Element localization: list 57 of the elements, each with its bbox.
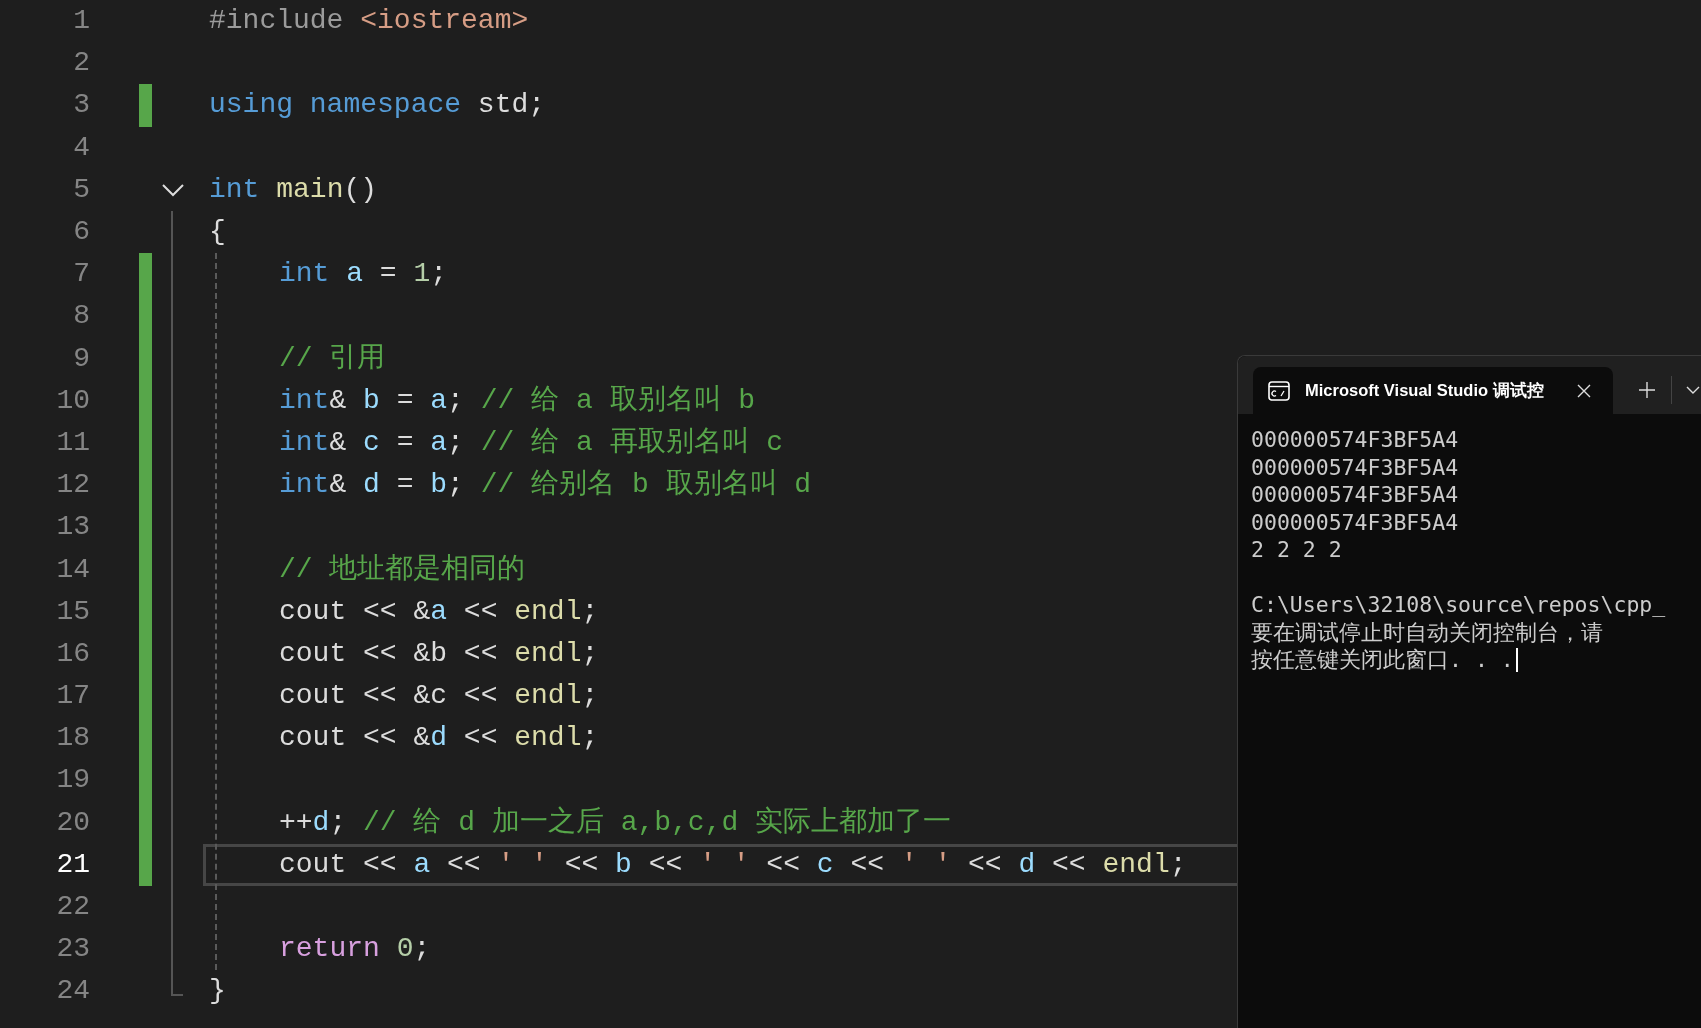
- console-output-line: 000000574F3BF5A4: [1251, 453, 1459, 481]
- line-number: 23: [55, 932, 91, 967]
- code-line: return 0;: [279, 932, 431, 967]
- code-line: int& d = b; // 给别名 b 取别名叫 d: [279, 468, 812, 503]
- line-number: 22: [55, 890, 91, 925]
- code-line: int main(): [209, 172, 378, 207]
- line-number: 14: [55, 552, 91, 587]
- collapse-chevron-icon[interactable]: [162, 182, 184, 197]
- console-tab[interactable]: Microsoft Visual Studio 调试控: [1253, 367, 1613, 414]
- code-line: cout << &d << endl;: [279, 721, 599, 756]
- console-output-line: 按任意键关闭此窗口. . .: [1251, 646, 1514, 674]
- code-line: using namespace std;: [209, 88, 546, 123]
- console-output-line: 要在调试停止时自动关闭控制台，请: [1251, 618, 1603, 646]
- line-number: 19: [55, 763, 91, 798]
- tab-title: Microsoft Visual Studio 调试控: [1305, 379, 1545, 401]
- code-line: }: [209, 974, 226, 1009]
- code-line: // 地址都是相同的: [279, 552, 526, 587]
- line-number: 7: [72, 257, 91, 292]
- line-number: 9: [72, 341, 91, 376]
- code-line: cout << a << ' ' << b << ' ' << c << ' ' << d << endl;: [279, 847, 1187, 882]
- line-number: 6: [72, 215, 91, 250]
- console-output-line: 000000574F3BF5A4: [1251, 508, 1459, 536]
- line-number: 17: [55, 679, 91, 714]
- line-number: 12: [55, 468, 91, 503]
- code-line: cout << &a << endl;: [279, 594, 599, 629]
- console-output-line: 2 2 2 2: [1251, 536, 1342, 564]
- code-line: int& c = a; // 给 a 再取别名叫 c: [279, 425, 784, 460]
- code-line: cout << &c << endl;: [279, 679, 599, 714]
- line-number: 3: [72, 88, 91, 123]
- line-number: 13: [55, 510, 91, 545]
- line-number: 11: [55, 425, 91, 460]
- line-number: 15: [55, 594, 91, 629]
- code-line: int a = 1;: [279, 257, 448, 292]
- line-number: 10: [55, 383, 91, 418]
- dropdown-caret-icon[interactable]: [1686, 386, 1700, 394]
- code-line: {: [209, 215, 226, 250]
- code-line: cout << &b << endl;: [279, 636, 599, 671]
- code-line: ++d; // 给 d 加一之后 a,b,c,d 实际上都加了一: [279, 805, 952, 840]
- line-number: 21: [55, 847, 91, 882]
- console-output-line: C:\Users\32108\source\repos\cpp_: [1251, 591, 1666, 619]
- line-number: 5: [72, 172, 91, 207]
- line-number: 2: [72, 46, 91, 81]
- code-line: #include <iostream>: [209, 4, 529, 39]
- code-line: // 引用: [279, 341, 386, 376]
- line-number: 20: [55, 805, 91, 840]
- close-icon[interactable]: [1577, 383, 1591, 398]
- line-number: 16: [55, 636, 91, 671]
- line-number: 18: [55, 721, 91, 756]
- new-tab-icon[interactable]: [1639, 382, 1655, 398]
- console-output-line: 000000574F3BF5A4: [1251, 481, 1459, 509]
- line-number: 1: [72, 4, 91, 39]
- terminal-icon: [1268, 380, 1290, 401]
- console-output-line: 000000574F3BF5A4: [1251, 426, 1459, 454]
- line-number: 4: [72, 130, 91, 165]
- line-number: 8: [72, 299, 91, 334]
- line-number: 24: [55, 974, 91, 1009]
- code-line: int& b = a; // 给 a 取别名叫 b: [279, 383, 756, 418]
